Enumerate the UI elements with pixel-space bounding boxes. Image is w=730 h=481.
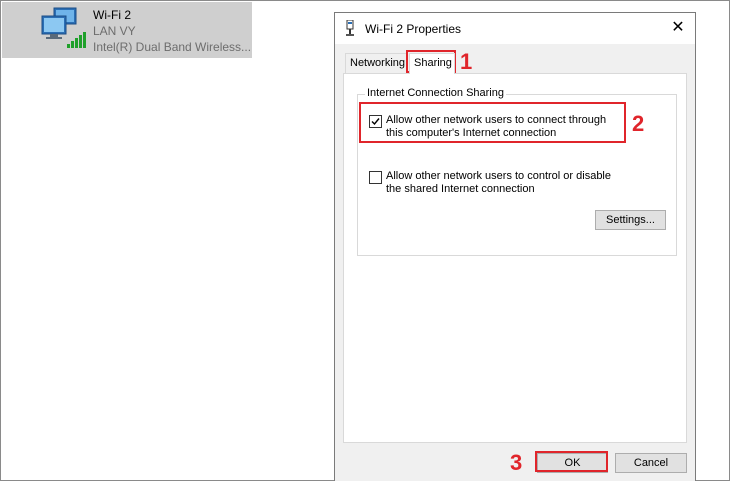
tab-networking[interactable]: Networking: [345, 53, 408, 73]
allow-connect-checkbox[interactable]: [369, 115, 382, 128]
internet-connection-sharing-group: Internet Connection Sharing Allow other …: [357, 87, 677, 256]
dialog-title: Wi-Fi 2 Properties: [365, 22, 462, 36]
dialog-titlebar[interactable]: Wi-Fi 2 Properties ✕: [335, 13, 695, 44]
cancel-button[interactable]: Cancel: [615, 453, 687, 473]
allow-control-checkbox[interactable]: [369, 171, 382, 184]
close-icon[interactable]: ✕: [667, 17, 689, 39]
adapter-name: Wi-Fi 2: [93, 8, 131, 22]
wireless-network-adapter-icon: [40, 6, 90, 52]
tab-sharing[interactable]: Sharing: [409, 53, 455, 74]
properties-dialog: Wi-Fi 2 Properties ✕ Networking Sharing …: [334, 12, 696, 481]
allow-control-option[interactable]: Allow other network users to control or …: [369, 170, 626, 196]
group-title: Internet Connection Sharing: [365, 87, 506, 99]
network-adapter-icon: [344, 19, 356, 39]
step-number-3: 3: [510, 450, 523, 475]
ok-button[interactable]: OK: [537, 453, 608, 473]
step-number-2: 2: [632, 111, 645, 136]
settings-button[interactable]: Settings...: [595, 210, 666, 230]
adapter-tile-wifi2[interactable]: Wi-Fi 2 LAN VY Intel(R) Dual Band Wirele…: [2, 2, 252, 58]
checkmark-icon: [371, 118, 380, 126]
allow-control-label: Allow other network users to control or …: [386, 170, 611, 195]
step-number-1: 1: [460, 49, 473, 74]
adapter-device: Intel(R) Dual Band Wireless...: [93, 40, 252, 54]
allow-connect-option[interactable]: Allow other network users to connect thr…: [369, 114, 626, 140]
allow-connect-label: Allow other network users to connect thr…: [386, 114, 607, 139]
adapter-network: LAN VY: [93, 24, 136, 38]
